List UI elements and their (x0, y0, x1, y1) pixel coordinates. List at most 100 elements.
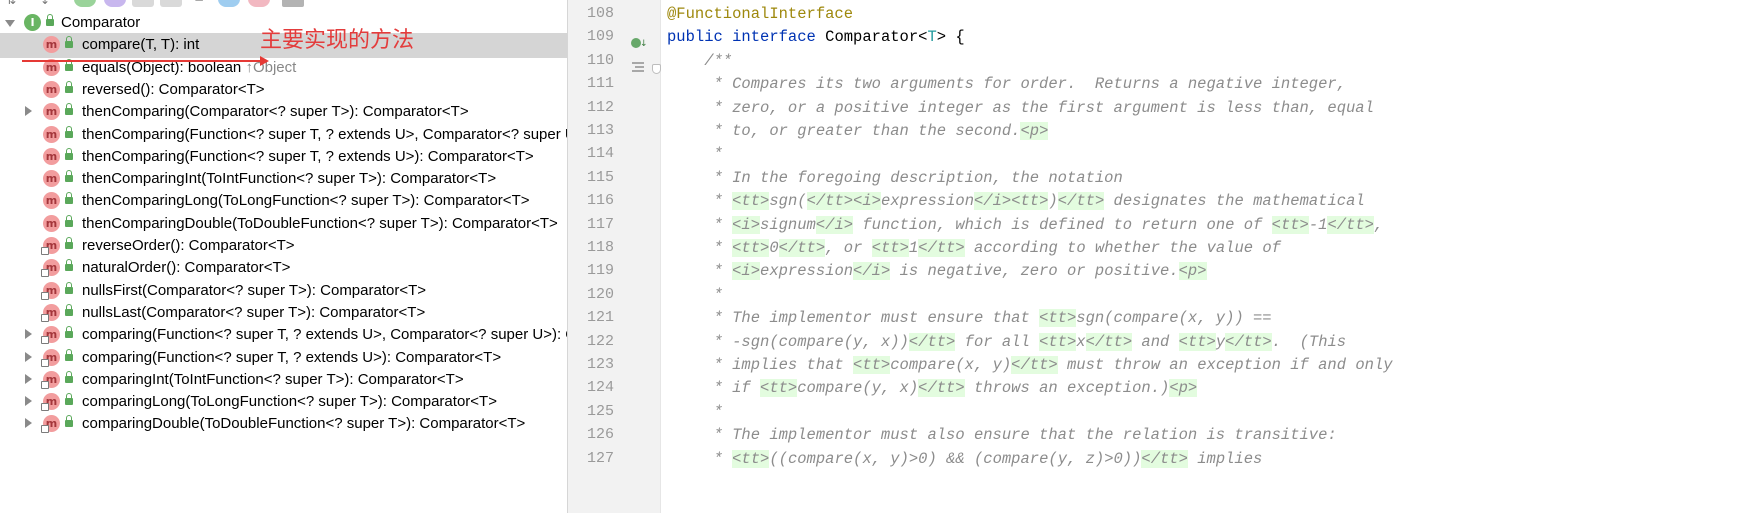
line-number: 114 (586, 145, 614, 163)
collapse-arrow-icon[interactable] (5, 20, 15, 27)
line-number: 111 (586, 75, 614, 93)
collapse-icon[interactable]: − (194, 0, 204, 7)
show-fields-icon[interactable] (74, 0, 96, 7)
method-signature: thenComparing(Function<? super T, ? exte… (82, 125, 567, 143)
code-area[interactable]: @FunctionalInterface public interface Com… (667, 0, 1757, 513)
method-signature: nullsFirst(Comparator<? super T>): Compa… (82, 281, 427, 299)
javadoc-tag: </tt> (778, 239, 826, 257)
tree-node-method[interactable]: m thenComparingInt(ToIntFunction<? super … (0, 167, 567, 192)
method-label: reversed(): Comparator<T> (82, 81, 265, 98)
javadoc-text: expression (760, 262, 854, 281)
tree-node-method[interactable]: m thenComparingDouble(ToDoubleFunction<? … (0, 212, 567, 237)
line-number: 109 (586, 28, 614, 46)
method-signature: thenComparing(Comparator<? super T>): Co… (82, 103, 469, 121)
javadoc-text: for all (955, 332, 1040, 351)
sort-icon[interactable]: ⇅ (6, 0, 16, 7)
line-number: 127 (586, 449, 614, 467)
autoscroll-from-source-icon[interactable] (248, 0, 270, 7)
javadoc-text: , or (825, 239, 872, 257)
anonymous-classes-icon[interactable] (282, 0, 304, 7)
code-editor[interactable]: 108 109 110 111 112 113 114 115 116 117 118 119 120 1… (568, 0, 1761, 513)
public-lock-icon (65, 281, 73, 294)
expand-arrow-icon[interactable] (25, 373, 32, 384)
public-lock-icon (65, 125, 73, 138)
line-number: 119 (586, 262, 614, 280)
code-line: * The implementor must ensure that <tt>s… (667, 305, 1272, 331)
expand-arrow-icon[interactable] (25, 106, 32, 117)
implemented-by-icon[interactable]: ↓ (631, 36, 648, 50)
line-number: 121 (586, 309, 614, 327)
javadoc-tag: </tt> (1141, 449, 1188, 468)
tree-node-method[interactable]: m nullsLast(Comparator<? super T>): Compa… (0, 301, 567, 326)
code-line: @FunctionalInterface (667, 1, 853, 27)
javadoc-text: and (1132, 332, 1179, 351)
javadoc-tag: <tt> (1178, 332, 1216, 351)
expand-arrow-icon[interactable] (25, 396, 32, 407)
tree-node-method[interactable]: m reversed(): Comparator<T> (0, 78, 567, 103)
tree-node-method[interactable]: m comparing(Function<? super T, ? extends… (0, 346, 567, 371)
editor-gutter: 108 109 110 111 112 113 114 115 116 117 118 119 120 1… (568, 0, 661, 513)
code-token: interface (732, 28, 826, 47)
tree-node-method[interactable]: m thenComparing(Function<? super T, ? ext… (0, 123, 567, 148)
method-signature: compare(T, T): int (82, 36, 200, 54)
tree-node-method[interactable]: m comparingLong(ToLongFunction<? super T>… (0, 390, 567, 415)
expand-icon[interactable]: ˅ (316, 0, 322, 7)
javadoc-tag: </tt> (908, 332, 956, 351)
expand-arrow-icon[interactable] (25, 351, 32, 362)
javadoc-tag: </tt> (1057, 192, 1105, 211)
annotation-arrow (22, 56, 269, 66)
method-label: comparing(Function<? super T, ? extends … (82, 326, 567, 343)
expand-arrow-icon[interactable] (25, 329, 32, 340)
line-number: 117 (586, 215, 614, 233)
show-inherited-icon[interactable] (132, 0, 154, 7)
sort-alpha-icon[interactable]: ↓² (40, 0, 55, 7)
method-label: comparingInt(ToIntFunction<? super T>): … (82, 371, 464, 388)
javadoc-tag: </tt> (918, 379, 965, 398)
javadoc-text: is negative, zero or positive. (890, 262, 1179, 281)
javadoc-text: * The implementor must also ensure that … (667, 426, 1337, 445)
method-label: nullsFirst(Comparator<? super T>): Compa… (82, 282, 426, 299)
javadoc-text: compare(y, x) (797, 379, 919, 398)
method-label: thenComparing(Comparator<? super T>): Co… (82, 103, 469, 120)
autoscroll-to-source-icon[interactable] (218, 0, 240, 7)
show-properties-icon[interactable] (104, 0, 126, 7)
render-doc-icon[interactable] (632, 62, 644, 72)
method-icon: m (43, 36, 60, 54)
annotation-text: 主要实现的方法 (260, 28, 415, 53)
javadoc-tag: </tt> (918, 239, 965, 257)
code-token: > { (936, 28, 965, 47)
tree-node-label: Comparator (61, 14, 141, 31)
tree-node-method[interactable]: m comparingInt(ToIntFunction<? super T>):… (0, 368, 567, 393)
javadoc-tag: <tt> (1039, 309, 1077, 328)
javadoc-tag: </i><tt> (974, 192, 1049, 211)
fold-icon[interactable] (652, 64, 661, 74)
javadoc-tag: <tt> (732, 192, 770, 211)
code-line: * <tt>((compare(x, y)>0) && (compare(y, … (667, 446, 1262, 472)
javadoc-text: * (667, 285, 723, 304)
line-number: 118 (586, 239, 614, 256)
public-lock-icon (65, 326, 73, 339)
javadoc-tag: </tt><i> (806, 192, 881, 211)
tree-node-method[interactable]: m comparingDouble(ToDoubleFunction<? supe… (0, 412, 567, 437)
javadoc-tag: </tt> (1085, 332, 1133, 351)
javadoc-tag: <i> (732, 262, 761, 281)
javadoc-tag: <tt> (732, 449, 770, 468)
structure-toolbar: ⇅ ↓² − ˅ (0, 0, 567, 10)
tree-node-method[interactable]: m comparing(Function<? super T, ? extends… (0, 323, 567, 348)
expand-arrow-icon[interactable] (25, 418, 32, 429)
tree-node-method[interactable]: m thenComparingLong(ToLongFunction<? supe… (0, 189, 567, 214)
tree-node-method[interactable]: m nullsFirst(Comparator<? super T>): Comp… (0, 279, 567, 304)
tree-node-method[interactable]: m thenComparing(Function<? super T, ? ext… (0, 145, 567, 170)
tree-node-method[interactable]: m naturalOrder(): Comparator<T> (0, 256, 567, 281)
tree-node-method[interactable]: m thenComparing(Comparator<? super T>): C… (0, 100, 567, 125)
static-method-icon: m (41, 370, 60, 389)
code-token: @FunctionalInterface (667, 5, 854, 23)
javadoc-text: * -sgn(compare(y, x)) (667, 332, 909, 351)
line-number: 112 (586, 98, 614, 116)
show-non-public-icon[interactable] (160, 0, 182, 7)
tree-node-method[interactable]: m reverseOrder(): Comparator<T> (0, 234, 567, 259)
javadoc-text: * (667, 145, 723, 164)
javadoc-text: * to, or greater than the second. (667, 122, 1021, 140)
javadoc-text: sgn( (769, 192, 807, 211)
method-signature: thenComparing(Function<? super T, ? exte… (82, 147, 534, 165)
